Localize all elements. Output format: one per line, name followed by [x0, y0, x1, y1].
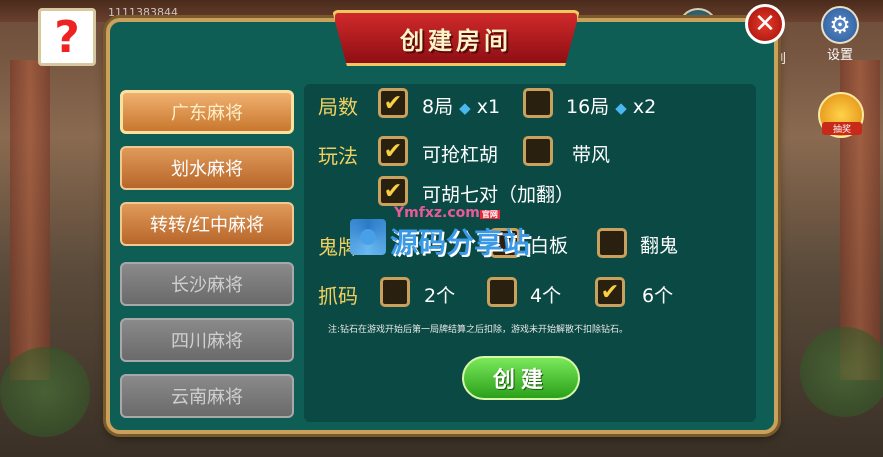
check-icon: ✔ — [600, 279, 620, 305]
rounds-8-option: 8局 ◆ x1 — [422, 92, 500, 119]
rob-kong-checkbox[interactable]: ✔ — [378, 136, 408, 166]
gear-icon: ⚙ — [821, 6, 859, 44]
horse-4-label: 4个 — [530, 285, 562, 307]
tab-yunnan-mahjong[interactable]: 云南麻将 — [120, 374, 294, 418]
rounds-16-checkbox[interactable] — [523, 88, 553, 118]
rounds-8-checkbox[interactable]: ✔ — [378, 88, 408, 118]
watermark-name: 源码分享站 — [390, 226, 531, 259]
background-pillar — [10, 60, 50, 380]
rounds-16-label: 16局 — [566, 96, 610, 118]
horse-label: 抓码 — [318, 284, 358, 308]
close-button[interactable]: ✕ — [745, 4, 785, 44]
diamond-note: 注:钻石在游戏开始后第一局牌结算之后扣除，游戏未开始解散不扣除钻石。 — [328, 325, 629, 335]
settings-button[interactable]: ⚙ 设置 — [818, 6, 862, 63]
rob-kong-label: 可抢杠胡 — [422, 144, 499, 166]
flip-ghost-label: 翻鬼 — [640, 235, 679, 257]
rounds-16-option: 16局 ◆ x2 — [566, 92, 656, 119]
horse-4-checkbox[interactable] — [487, 277, 517, 307]
watermark-url: Ymfxz.com 官网 — [394, 205, 500, 221]
check-icon: ✔ — [383, 138, 403, 164]
title-banner: 创建房间 — [332, 10, 580, 66]
tab-sichuan-mahjong[interactable]: 四川麻将 — [120, 318, 294, 362]
horse-2-label: 2个 — [424, 285, 456, 307]
with-wind-checkbox[interactable] — [523, 136, 553, 166]
background-plant — [800, 327, 883, 417]
lucky-draw-button[interactable]: 抽奖 — [818, 92, 864, 138]
rules-label: 玩法 — [318, 144, 358, 168]
check-icon: ✔ — [383, 178, 403, 204]
with-wind-label: 带风 — [572, 144, 611, 166]
tab-guangdong-mahjong[interactable]: 广东麻将 — [120, 90, 294, 134]
horse-6-checkbox[interactable]: ✔ — [595, 277, 625, 307]
rounds-8-label: 8局 — [422, 96, 454, 118]
dialog-title: 创建房间 — [400, 26, 512, 55]
rounds-label: 局数 — [318, 95, 358, 119]
horse-6-label: 6个 — [642, 285, 674, 307]
diamond-icon: ◆ — [459, 99, 471, 117]
rounds-8-cost: x1 — [476, 96, 501, 118]
flip-ghost-checkbox[interactable] — [597, 228, 627, 258]
check-icon: ✔ — [383, 90, 403, 116]
seven-pairs-checkbox[interactable]: ✔ — [378, 176, 408, 206]
lucky-draw-label: 抽奖 — [822, 122, 862, 135]
watermark-logo-icon — [350, 219, 386, 255]
avatar[interactable]: ? — [38, 8, 96, 66]
tab-huashui-mahjong[interactable]: 划水麻将 — [120, 146, 294, 190]
create-button[interactable]: 创建 — [462, 356, 580, 400]
diamond-icon: ◆ — [615, 99, 627, 117]
tab-zhuanzhuan-mahjong[interactable]: 转转/红中麻将 — [120, 202, 294, 246]
rounds-16-cost: x2 — [632, 96, 657, 118]
horse-2-checkbox[interactable] — [380, 277, 410, 307]
background-plant — [0, 347, 90, 437]
close-icon: ✕ — [754, 9, 776, 39]
tab-changsha-mahjong[interactable]: 长沙麻将 — [120, 262, 294, 306]
settings-label: 设置 — [826, 48, 853, 63]
seven-pairs-label: 可胡七对（加翻） — [422, 184, 575, 206]
